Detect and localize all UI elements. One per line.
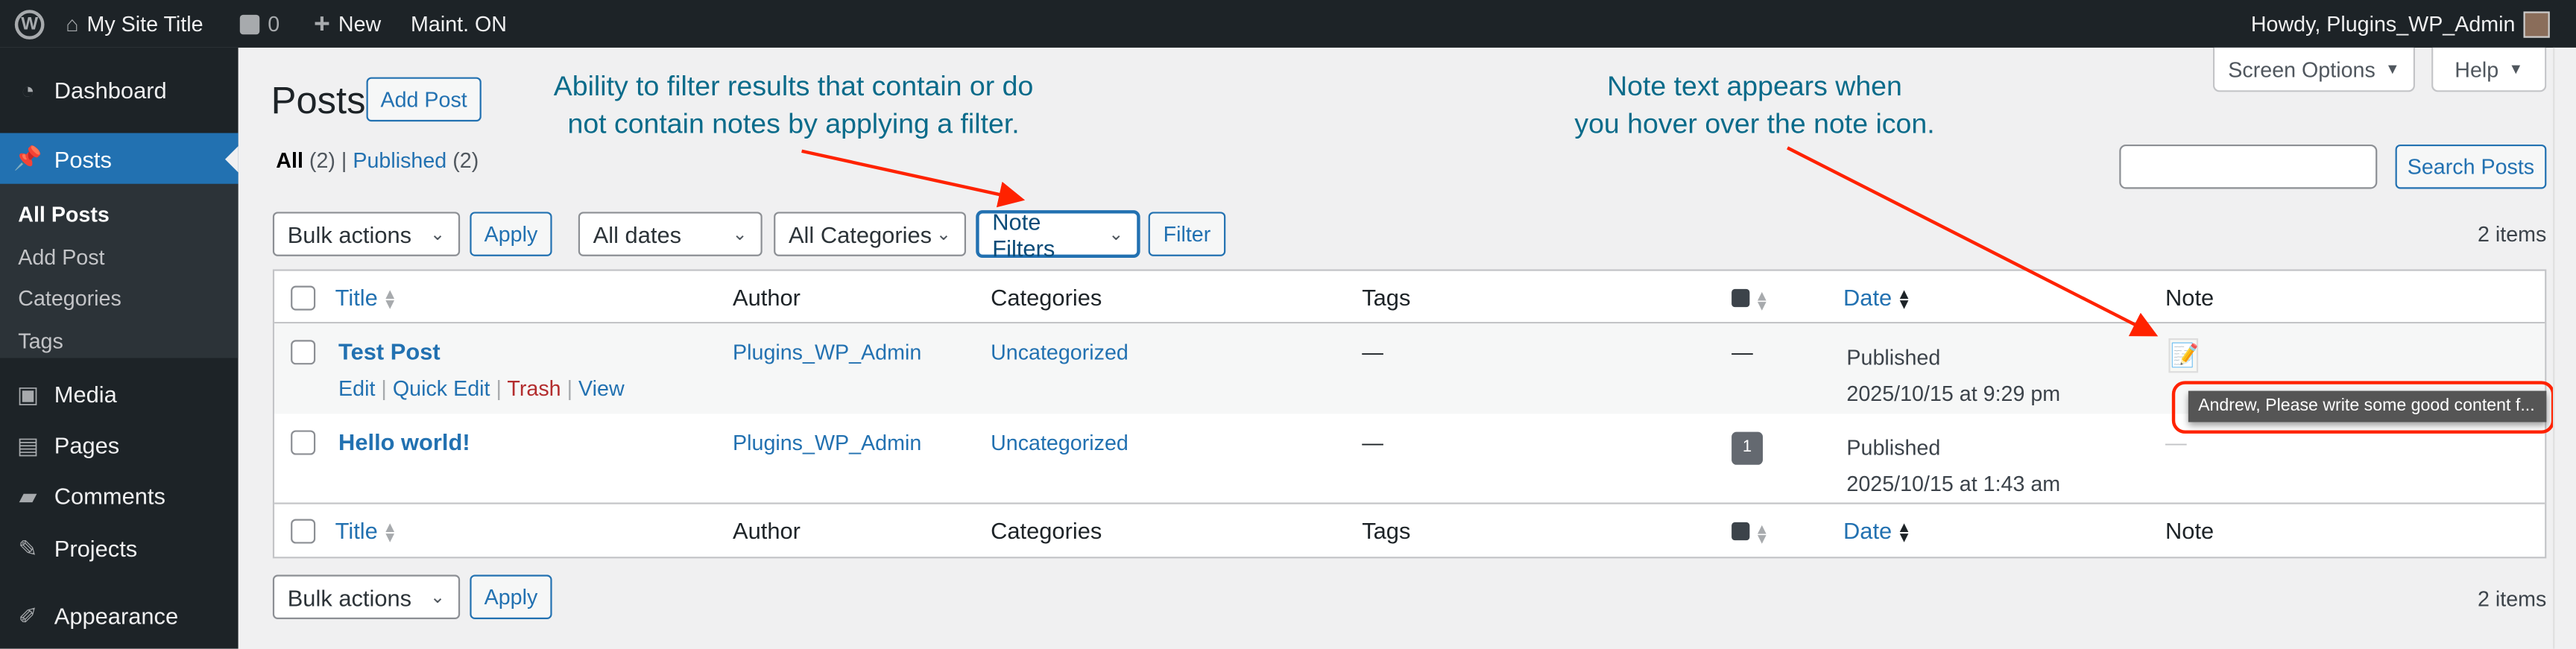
annotation-arrows	[801, 146, 2159, 337]
arrow-to-note-filters	[801, 149, 1026, 208]
arrow-to-note-icon	[1787, 146, 2159, 337]
